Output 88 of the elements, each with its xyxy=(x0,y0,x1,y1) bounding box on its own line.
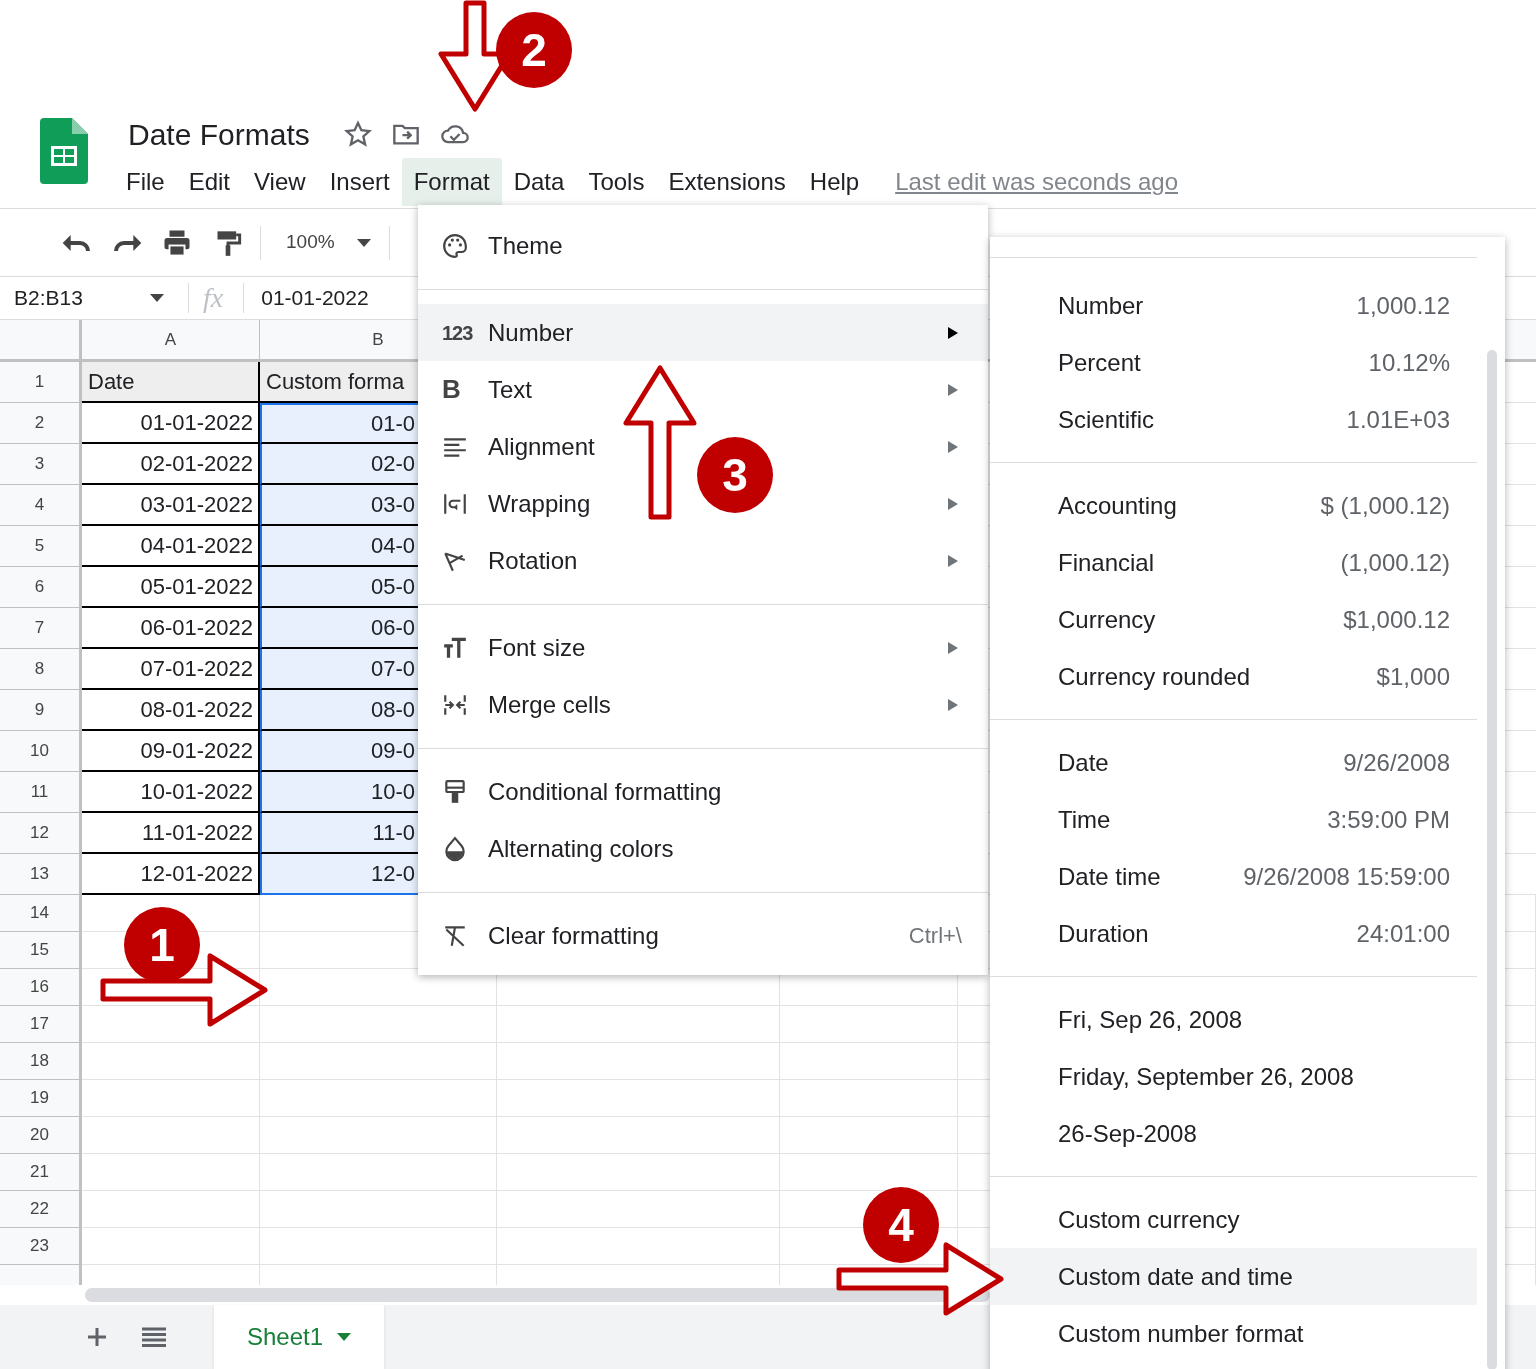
menu-item[interactable]: Theme xyxy=(418,217,988,274)
row-header[interactable]: 16 xyxy=(0,969,82,1006)
menu-item[interactable]: Date 9/26/2008 xyxy=(990,734,1477,791)
menu-item[interactable]: Currency rounded $1,000 xyxy=(990,648,1477,705)
menu-item[interactable]: Custom date and time xyxy=(990,1248,1477,1305)
sheet-tab[interactable]: Sheet1 xyxy=(214,1305,384,1369)
menu-item[interactable]: Tools xyxy=(576,158,657,206)
format-example: 10.12% xyxy=(1368,347,1450,378)
row-header[interactable]: 8 xyxy=(0,649,82,690)
format-example: 1.01E+03 xyxy=(1346,404,1450,435)
row-header[interactable]: 6 xyxy=(0,567,82,608)
table-cell: Date xyxy=(82,362,260,403)
step-marker: 4 xyxy=(863,1187,939,1263)
sheets-logo-icon[interactable] xyxy=(40,118,88,184)
horizontal-scrollbar[interactable] xyxy=(85,1288,990,1302)
menu-scrollbar[interactable] xyxy=(1487,350,1497,1369)
format-example: 24:01:00 xyxy=(1356,918,1450,949)
menu-item[interactable]: Financial (1,000.12) xyxy=(990,534,1477,591)
row-header[interactable]: 14 xyxy=(0,895,82,932)
format-example: 1,000.12 xyxy=(1356,290,1450,321)
row-header[interactable]: 22 xyxy=(0,1191,82,1228)
menu-item[interactable]: Friday, September 26, 2008 xyxy=(990,1048,1477,1105)
row-header[interactable]: 9 xyxy=(0,690,82,731)
row-header[interactable]: 10 xyxy=(0,731,82,772)
row-header[interactable]: 3 xyxy=(0,444,82,485)
format-example: $1,000 xyxy=(1376,661,1450,692)
row-header[interactable]: 13 xyxy=(0,854,82,895)
last-edit-link[interactable]: Last edit was seconds ago xyxy=(895,164,1178,200)
caret-icon[interactable] xyxy=(150,294,164,302)
row-header[interactable]: 20 xyxy=(0,1117,82,1154)
name-box[interactable]: B2:B13 xyxy=(14,282,150,314)
menu-item[interactable]: Accounting $ (1,000.12) xyxy=(990,477,1477,534)
menu-item[interactable]: Format xyxy=(401,158,502,206)
row-header[interactable]: 15 xyxy=(0,932,82,969)
format-example: 3:59:00 PM xyxy=(1327,804,1450,835)
menu-item[interactable]: Duration 24:01:00 xyxy=(990,905,1477,962)
format-example: $ (1,000.12) xyxy=(1320,490,1450,521)
menu-item-icon: 123 xyxy=(442,317,473,348)
row-header[interactable]: 11 xyxy=(0,772,82,813)
zoom-select[interactable]: 100% xyxy=(286,228,335,257)
menu-item[interactable]: Extensions xyxy=(656,158,798,206)
row-header[interactable]: 1 xyxy=(0,362,82,403)
menu-item[interactable]: Scientific 1.01E+03 xyxy=(990,391,1477,448)
menu-item[interactable]: Fri, Sep 26, 2008 xyxy=(990,991,1477,1048)
menu-item[interactable]: Number 1,000.12 xyxy=(990,277,1477,334)
document-title[interactable]: Date Formats xyxy=(128,111,310,157)
formula-input[interactable]: 01-01-2022 xyxy=(261,282,369,314)
row-header[interactable]: 7 xyxy=(0,608,82,649)
all-sheets-icon[interactable] xyxy=(142,1327,166,1347)
drop-icon xyxy=(442,835,468,862)
palette-icon xyxy=(442,232,468,259)
row-header[interactable]: 4 xyxy=(0,485,82,526)
format-example: 9/26/2008 xyxy=(1343,747,1450,778)
row-header[interactable]: 18 xyxy=(0,1043,82,1080)
menu-item[interactable]: Percent 10.12% xyxy=(990,334,1477,391)
shortcut-label: Ctrl+\ xyxy=(908,922,962,950)
row-header[interactable]: 12 xyxy=(0,813,82,854)
row-header[interactable]: 2 xyxy=(0,403,82,444)
caret-icon[interactable] xyxy=(337,1333,352,1341)
menu-item[interactable]: Custom number format xyxy=(990,1305,1477,1362)
menu-item[interactable]: Clear formatting Ctrl+\ xyxy=(418,907,988,964)
menu-item[interactable]: Currency $1,000.12 xyxy=(990,591,1477,648)
menu-item[interactable]: File xyxy=(114,158,177,206)
function-label: fx xyxy=(203,281,224,315)
paint-roller-icon xyxy=(442,778,468,805)
row-header[interactable]: 21 xyxy=(0,1154,82,1191)
row-header[interactable]: 5 xyxy=(0,526,82,567)
menu-item[interactable]: 123 Number xyxy=(418,304,988,361)
menu-item[interactable]: Help xyxy=(797,158,872,206)
menu-item[interactable]: 26-Sep-2008 xyxy=(990,1105,1477,1162)
menu-item[interactable]: Date time 9/26/2008 15:59:00 xyxy=(990,848,1477,905)
menu-item[interactable]: Insert xyxy=(317,158,402,206)
format-example: $1,000.12 xyxy=(1343,604,1450,635)
menu-item[interactable]: View xyxy=(242,158,318,206)
step-marker: 2 xyxy=(496,12,572,88)
menu-item[interactable]: Edit xyxy=(176,158,243,206)
menu-item[interactable]: Data xyxy=(501,158,577,206)
caret-icon[interactable] xyxy=(356,238,371,247)
row-header[interactable]: 17 xyxy=(0,1006,82,1043)
add-sheet-icon[interactable] xyxy=(87,1327,107,1347)
format-example: (1,000.12) xyxy=(1340,547,1450,578)
format-example: 9/26/2008 15:59:00 xyxy=(1243,861,1450,892)
menu-item[interactable]: Time 3:59:00 PM xyxy=(990,791,1477,848)
row-header[interactable]: 23 xyxy=(0,1228,82,1265)
menu-item[interactable]: Custom currency xyxy=(990,1191,1477,1248)
column-header[interactable]: A xyxy=(82,320,260,359)
row-header[interactable]: 19 xyxy=(0,1080,82,1117)
star-icon[interactable] xyxy=(343,120,372,148)
